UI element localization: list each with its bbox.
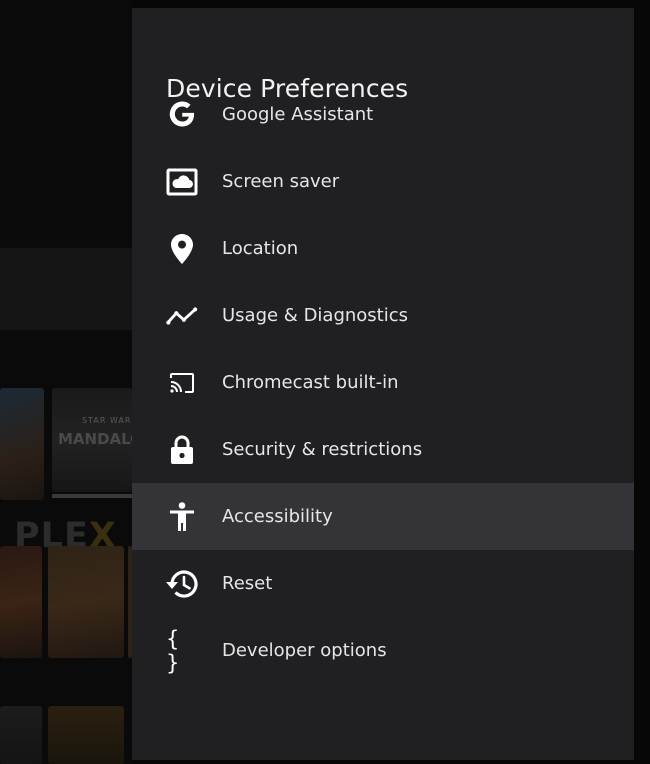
focus-underline xyxy=(52,494,132,498)
location-pin-icon xyxy=(166,233,198,265)
menu-item-label: Screen saver xyxy=(222,171,340,192)
diagnostics-graph-icon xyxy=(166,300,198,332)
menu-item-label: Reset xyxy=(222,573,273,594)
poster-tile xyxy=(48,546,124,658)
lock-icon xyxy=(166,434,198,466)
tv-screen: PLEX STAR WARS MANDALOR Device Preferenc… xyxy=(0,0,650,764)
background-app: PLEX STAR WARS MANDALOR xyxy=(0,0,132,764)
menu-item-google-assistant[interactable]: Google Assistant xyxy=(132,80,634,148)
poster-tile xyxy=(48,706,124,764)
menu-item-label: Usage & Diagnostics xyxy=(222,305,409,326)
poster-caption: MANDALOR xyxy=(58,430,132,448)
screen-saver-icon xyxy=(166,166,198,198)
menu-item-developer-options[interactable]: { } Developer options xyxy=(132,617,634,684)
menu-item-label: Chromecast built-in xyxy=(222,372,399,393)
poster-tile xyxy=(0,706,42,764)
accessibility-icon xyxy=(166,501,198,533)
menu-item-security[interactable]: Security & restrictions xyxy=(132,416,634,483)
menu-item-location[interactable]: Location xyxy=(132,215,634,282)
menu-item-accessibility[interactable]: Accessibility xyxy=(132,483,634,550)
menu-item-screen-saver[interactable]: Screen saver xyxy=(132,148,634,215)
poster-tile xyxy=(0,388,44,500)
menu-item-label: Accessibility xyxy=(222,506,333,527)
menu-item-reset[interactable]: Reset xyxy=(132,550,634,617)
braces-icon: { } xyxy=(166,627,198,675)
google-g-icon xyxy=(166,98,198,130)
plex-banner: PLEX xyxy=(0,248,132,556)
reset-history-icon xyxy=(166,568,198,600)
menu-item-label: Security & restrictions xyxy=(222,439,423,460)
poster-kicker: STAR WARS xyxy=(82,416,132,425)
braces-glyph: { } xyxy=(166,626,183,675)
menu-item-label: Google Assistant xyxy=(222,103,374,125)
menu-item-label: Developer options xyxy=(222,640,387,661)
cast-icon xyxy=(166,367,198,399)
menu-item-chromecast[interactable]: Chromecast built-in xyxy=(132,349,634,416)
device-preferences-panel: Device Preferences Google Assistant Scre… xyxy=(132,8,634,760)
menu-item-label: Location xyxy=(222,238,299,259)
menu-item-usage-diagnostics[interactable]: Usage & Diagnostics xyxy=(132,282,634,349)
poster-tile xyxy=(0,546,42,658)
poster-tile-featured: STAR WARS MANDALOR xyxy=(52,388,132,492)
preferences-menu: Google Assistant Screen saver Location U… xyxy=(132,101,634,684)
